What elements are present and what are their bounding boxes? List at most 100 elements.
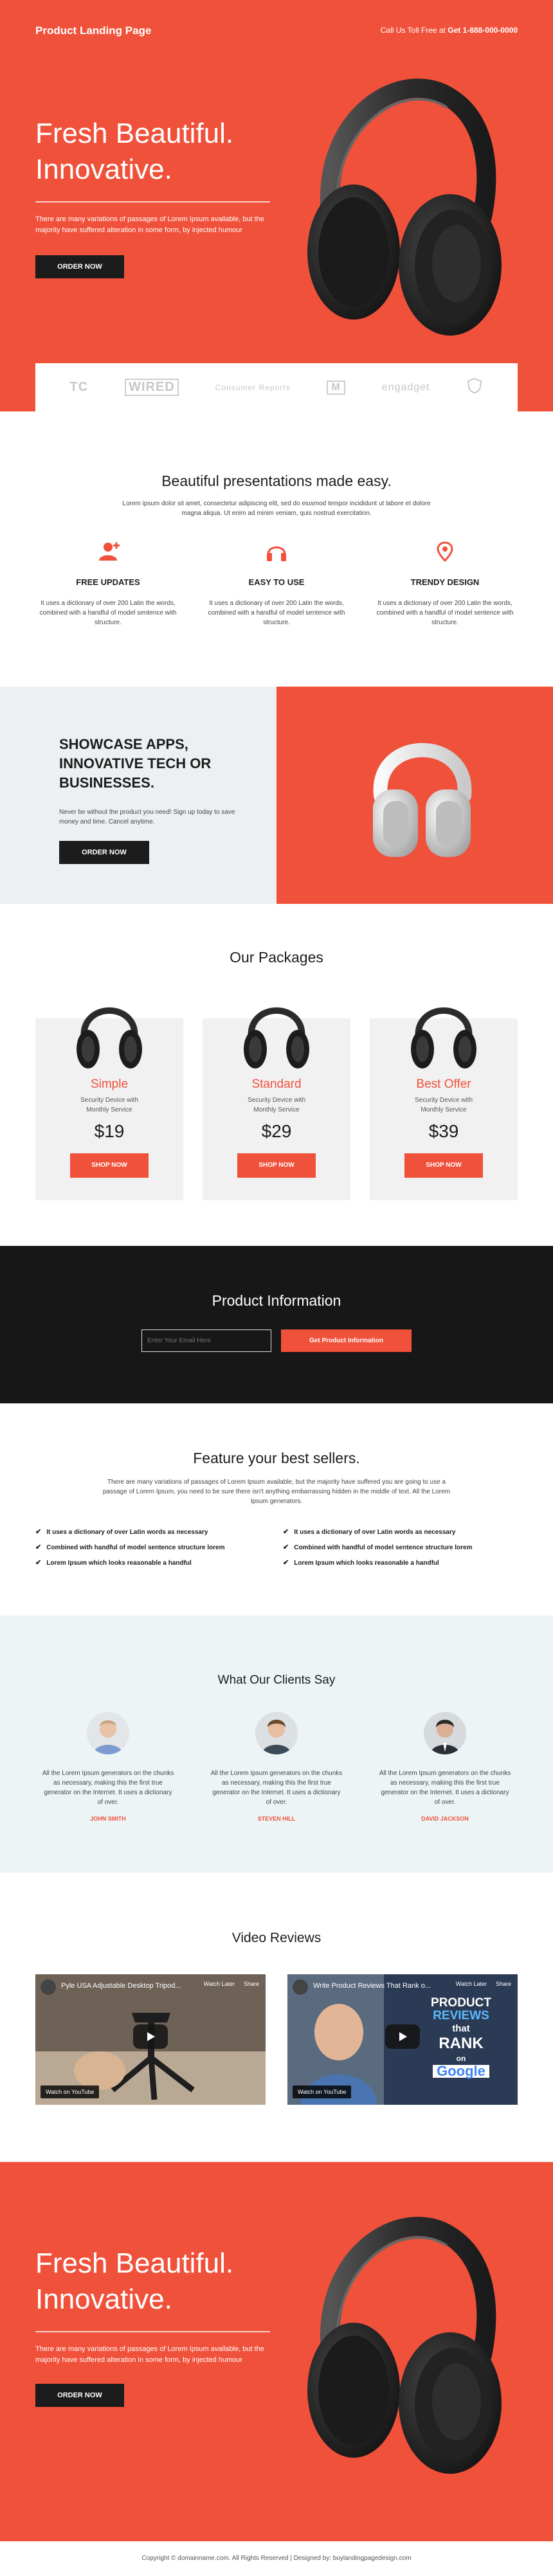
play-icon[interactable] [385,2024,420,2049]
package-name: Standard [251,1077,302,1091]
techcrunch-logo: TC [69,380,89,394]
get-product-information-button[interactable]: Get Product Information [281,1329,412,1352]
video-player[interactable]: PRODUCT REVIEWS that RANK on Google Writ… [287,1974,518,2105]
package-desc: Security Device with Monthly Service [414,1097,473,1113]
showcase-title: SHOWCASE APPS, INNOVATIVE TECH OR BUSINE… [59,736,212,791]
check-icon: ✔ [283,1544,289,1551]
overlay-word: RANK [439,2035,484,2052]
watch-on-youtube-button[interactable]: Watch on YouTube [293,2085,352,2098]
thumbnail-overlay-text: PRODUCT REVIEWS that RANK on Google [410,1997,512,2080]
package-name: Simple [90,1077,129,1091]
check-icon: ✔ [35,1544,42,1551]
checklist-text: Combined with handful of model sentence … [46,1544,225,1551]
headphones-image [373,743,472,857]
package-desc: Security Device with Monthly Service [247,1097,306,1113]
order-now-button[interactable]: ORDER NOW [35,2384,124,2407]
video-reviews-title: Video Reviews [231,1931,322,1945]
feature-checklist-left: ✔ It uses a dictionary of over Latin word… [35,1529,248,1575]
package-card: Best Offer Security Device with Monthly … [370,1007,518,1200]
features-text: Lorem ipsum dolor sit amet, consectetur … [122,500,431,517]
bottom-hero-section: Fresh Beautiful. Innovative. There are m… [0,2162,553,2541]
bestsellers-title: Feature your best sellers. [193,1450,360,1466]
checklist-item: ✔ It uses a dictionary of over Latin word… [35,1529,248,1536]
package-price: $19 [94,1121,125,1141]
consumer-reports-logo: Consumer Reports [215,383,291,392]
site-logo[interactable]: Product Landing Page [35,24,151,37]
feature-item: EASY TO USE It uses a dictionary of over… [196,540,357,627]
overlay-word: Google [433,2064,489,2078]
checklist-item: ✔ It uses a dictionary of over Latin word… [283,1529,495,1536]
bestsellers-text: There are many variations of passages of… [103,1479,450,1505]
feature-title: TRENDY DESIGN [410,577,480,587]
shop-now-button[interactable]: SHOP NOW [404,1153,483,1178]
package-desc: Security Device with Monthly Service [80,1097,139,1113]
email-input[interactable] [141,1329,271,1352]
feature-text: It uses a dictionary of over 200 Latin t… [376,600,514,626]
watch-later-button[interactable]: Watch Later [456,1981,487,1987]
feature-text: It uses a dictionary of over 200 Latin t… [208,600,345,626]
checklist-item: ✔ Combined with handful of model sentence… [283,1544,495,1552]
showcase-section: SHOWCASE APPS, INNOVATIVE TECH OR BUSINE… [0,687,553,904]
feature-item: FREE UPDATES It uses a dictionary of ove… [28,540,188,627]
package-price: $29 [261,1121,292,1141]
product-info-title: Product Information [212,1292,341,1309]
watch-on-youtube-button[interactable]: Watch on YouTube [41,2085,100,2098]
package-card: Standard Security Device with Monthly Se… [203,1007,350,1200]
avatar [87,1712,129,1754]
hero-divider [35,2331,270,2332]
overlay-word: that [452,2023,470,2034]
call-toll-free: Call Us Toll Free at Get 1-888-000-0000 [381,26,518,35]
testimonial-text: All the Lorem Ipsum generators on the ch… [379,1770,511,1806]
package-card: Simple Security Device with Monthly Serv… [35,1007,183,1200]
testimonial-name: STEVEN HILL [257,1815,296,1822]
engadget-logo: engadget [381,381,430,393]
checklist-text: Lorem Ipsum which looks reasonable a han… [46,1560,192,1567]
hero-title: Fresh Beautiful. Innovative. [35,2247,234,2315]
order-now-button[interactable]: ORDER NOW [35,255,124,278]
hero-title: Fresh Beautiful. Innovative. [35,118,234,185]
headphones-image [244,1007,309,1068]
order-now-button[interactable]: ORDER NOW [59,841,149,864]
m-logo: M [327,380,345,395]
headphones-image [77,1007,142,1068]
testimonial-text: All the Lorem Ipsum generators on the ch… [42,1770,174,1806]
shop-now-button[interactable]: SHOP NOW [237,1153,316,1178]
video-actions: Watch Later Share [204,1981,259,1987]
share-button[interactable]: Share [244,1981,259,1987]
check-icon: ✔ [283,1528,289,1536]
testimonial-text: All the Lorem Ipsum generators on the ch… [210,1770,343,1806]
footer: Copyright © domainname.com. All Rights R… [0,2541,553,2576]
share-button[interactable]: Share [496,1981,511,1987]
package-name: Best Offer [416,1077,471,1091]
watch-later-button[interactable]: Watch Later [204,1981,235,1987]
checklist-item: ✔ Lorem Ipsum which looks reasonable a ha… [283,1560,495,1567]
check-icon: ✔ [283,1559,289,1567]
phone-number[interactable]: Get 1-888-000-0000 [448,26,518,35]
testimonial-card: All the Lorem Ipsum generators on the ch… [28,1712,188,1822]
shop-now-button[interactable]: SHOP NOW [70,1153,149,1178]
hero-divider [35,201,270,203]
feature-title: EASY TO USE [248,577,305,587]
checklist-item: ✔ Combined with handful of model sentence… [35,1544,248,1552]
footer-copyright: Copyright © domainname.com. All Rights R… [141,2555,412,2562]
video-player[interactable]: Pyle USA Adjustable Desktop Tripod... Wa… [35,1974,266,2105]
avatar [255,1712,298,1754]
video-title[interactable]: Pyle USA Adjustable Desktop Tripod... [61,1982,203,1990]
play-icon[interactable] [133,2024,168,2049]
feature-checklist-right: ✔ It uses a dictionary of over Latin word… [283,1529,495,1575]
packages-section: Our Packages Simple Security Device with… [0,904,553,1246]
hero-text: There are many variations of passages of… [35,215,264,234]
overlay-word: PRODUCT [431,1996,491,2010]
testimonial-card: All the Lorem Ipsum generators on the ch… [365,1712,525,1822]
testimonials-title: What Our Clients Say [217,1673,336,1687]
package-price: $39 [428,1121,459,1141]
video-reviews-section: Video Reviews Pyle USA Adjustable Deskto… [0,1873,553,2162]
packages-title: Our Packages [230,949,323,966]
avatar [424,1712,466,1754]
shield-logo-icon [466,377,483,398]
feature-item: TRENDY DESIGN It uses a dictionary of ov… [365,540,525,627]
video-title[interactable]: Write Product Reviews That Rank o... [313,1982,455,1990]
testimonial-name: JOHN SMITH [90,1815,126,1822]
check-icon: ✔ [35,1528,42,1536]
headphones-image [307,78,502,336]
